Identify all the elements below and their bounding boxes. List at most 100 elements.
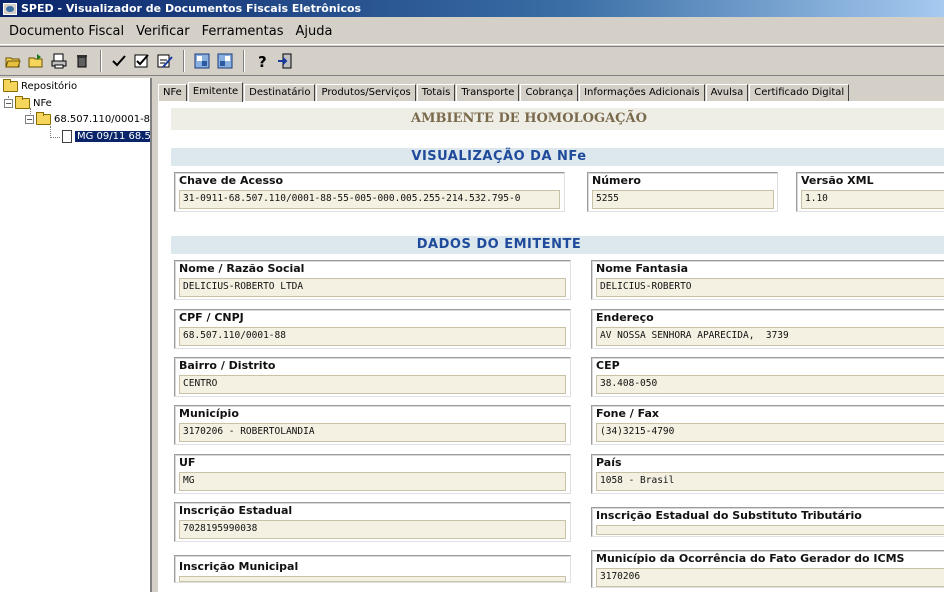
tree-label: Repositório xyxy=(21,81,78,92)
config-icon[interactable] xyxy=(214,50,236,72)
field-chave-acesso: Chave de Acesso 31-0911-68.507.110/0001-… xyxy=(174,172,565,212)
folder-icon xyxy=(3,79,18,92)
field-label: Inscrição Municipal xyxy=(179,560,299,573)
print-preview-icon[interactable] xyxy=(48,50,70,72)
tree-label: NFe xyxy=(33,98,52,109)
field-label: Município da Ocorrência do Fato Gerador … xyxy=(596,552,905,565)
field-value[interactable]: DELICIUS-ROBERTO LTDA xyxy=(179,278,566,297)
tree-label: 68.507.110/0001-8 xyxy=(54,114,151,125)
tab-produtos-servicos[interactable]: Produtos/Serviços xyxy=(316,84,416,102)
document-icon xyxy=(62,130,72,143)
menu-ferramentas[interactable]: Ferramentas xyxy=(196,22,290,41)
tab-avulsa[interactable]: Avulsa xyxy=(705,84,749,102)
toolbar-separator xyxy=(100,50,102,72)
app-icon xyxy=(3,2,17,15)
field-label: Versão XML xyxy=(801,174,874,187)
field-value[interactable]: 5255 xyxy=(592,190,774,209)
tab-nfe[interactable]: NFe xyxy=(158,84,187,102)
field-fone-fax: Fone / Fax (34)3215-4790 xyxy=(591,405,944,445)
field-value[interactable]: 3170206 - ROBERTOLANDIA xyxy=(179,423,566,442)
menu-bar: Documento Fiscal Verificar Ferramentas A… xyxy=(0,18,944,45)
field-cep: CEP 38.408-050 xyxy=(591,357,944,397)
tab-totais[interactable]: Totais xyxy=(416,84,456,102)
field-label: Bairro / Distrito xyxy=(179,359,276,372)
tab-destinatario[interactable]: Destinatário xyxy=(244,84,316,102)
field-inscricao-estadual: Inscrição Estadual 7028195990038 xyxy=(174,502,571,542)
tree-item-document[interactable]: MG 09/11 68.5 xyxy=(62,130,151,143)
field-label: Município xyxy=(179,407,239,420)
field-label: País xyxy=(596,456,622,469)
field-label: Inscrição Estadual do Substituto Tributá… xyxy=(596,509,862,522)
tree-item-repositorio[interactable]: Repositório xyxy=(3,79,78,92)
field-nome-razao-social: Nome / Razão Social DELICIUS-ROBERTO LTD… xyxy=(174,260,571,300)
field-numero: Número 5255 xyxy=(587,172,778,212)
field-label: UF xyxy=(179,456,196,469)
repository-tree[interactable]: Repositório − NFe − 68.507.110/0001-8 MG… xyxy=(0,78,152,592)
field-municipio: Município 3170206 - ROBERTOLANDIA xyxy=(174,405,571,445)
tree-label: MG 09/11 68.5 xyxy=(75,131,151,142)
field-bairro-distrito: Bairro / Distrito CENTRO xyxy=(174,357,571,397)
title-bar: SPED - Visualizador de Documentos Fiscai… xyxy=(0,0,944,17)
folder-icon xyxy=(36,112,51,125)
field-versao-xml: Versão XML 1.10 xyxy=(796,172,944,212)
folder-icon xyxy=(15,96,30,109)
toolbar: ? xyxy=(0,46,944,76)
collapse-icon[interactable]: − xyxy=(4,99,13,108)
field-municipio-fato-gerador: Município da Ocorrência do Fato Gerador … xyxy=(591,550,944,588)
svg-text:?: ? xyxy=(258,53,267,69)
field-value[interactable]: (34)3215-4790 xyxy=(596,423,944,442)
menu-documento-fiscal[interactable]: Documento Fiscal xyxy=(3,22,130,41)
ambiente-banner: AMBIENTE DE HOMOLOGAÇÃO xyxy=(171,108,944,130)
field-nome-fantasia: Nome Fantasia DELICIUS-ROBERTO xyxy=(591,260,944,300)
exit-icon[interactable] xyxy=(274,50,296,72)
field-value[interactable]: 3170206 xyxy=(596,568,944,587)
tab-certificado-digital[interactable]: Certificado Digital xyxy=(749,84,850,102)
field-label: Chave de Acesso xyxy=(179,174,284,187)
checkmark-icon[interactable] xyxy=(108,50,130,72)
menu-verificar[interactable]: Verificar xyxy=(130,22,196,41)
field-value[interactable]: 38.408-050 xyxy=(596,375,944,394)
tab-emitente[interactable]: Emitente xyxy=(187,82,244,102)
field-value[interactable]: 31-0911-68.507.110/0001-88-55-005-000.00… xyxy=(179,190,560,209)
trash-icon[interactable] xyxy=(71,50,93,72)
sign-document-icon[interactable] xyxy=(154,50,176,72)
field-label: Nome Fantasia xyxy=(596,262,689,275)
menu-ajuda[interactable]: Ajuda xyxy=(290,22,339,41)
field-uf: UF MG xyxy=(174,454,571,494)
field-endereco: Endereço AV NOSSA SENHORA APARECIDA, 373… xyxy=(591,309,944,349)
field-value[interactable]: 1.10 xyxy=(801,190,944,209)
tab-cobranca[interactable]: Cobrança xyxy=(520,84,579,102)
config-icon[interactable] xyxy=(191,50,213,72)
help-icon[interactable]: ? xyxy=(251,50,273,72)
field-value[interactable]: 68.507.110/0001-88 xyxy=(179,327,566,346)
field-value[interactable]: AV NOSSA SENHORA APARECIDA, 3739 xyxy=(596,327,944,346)
open-folder-icon[interactable] xyxy=(2,50,24,72)
field-value[interactable]: 1058 - Brasil xyxy=(596,472,944,491)
tree-item-cnpj[interactable]: − 68.507.110/0001-8 xyxy=(25,112,151,125)
field-label: Número xyxy=(592,174,641,187)
collapse-icon[interactable]: − xyxy=(25,115,34,124)
field-value[interactable]: MG xyxy=(179,472,566,491)
toolbar-separator xyxy=(243,50,245,72)
field-value[interactable] xyxy=(596,525,944,535)
field-pais: País 1058 - Brasil xyxy=(591,454,944,494)
emitente-panel[interactable]: AMBIENTE DE HOMOLOGAÇÃO VISUALIZAÇÃO DA … xyxy=(158,101,944,592)
field-value[interactable] xyxy=(179,576,566,582)
field-value[interactable]: CENTRO xyxy=(179,375,566,394)
field-label: CEP xyxy=(596,359,620,372)
field-value[interactable]: DELICIUS-ROBERTO xyxy=(596,278,944,297)
field-cpf-cnpj: CPF / CNPJ 68.507.110/0001-88 xyxy=(174,309,571,349)
tab-informacoes-adicionais[interactable]: Informações Adicionais xyxy=(579,84,705,102)
field-label: Endereço xyxy=(596,311,654,324)
toolbar-separator xyxy=(183,50,185,72)
tree-item-nfe[interactable]: − NFe xyxy=(4,96,52,109)
field-label: Inscrição Estadual xyxy=(179,504,293,517)
check-box-icon[interactable] xyxy=(131,50,153,72)
open-folder-icon[interactable] xyxy=(25,50,47,72)
field-label: Fone / Fax xyxy=(596,407,659,420)
field-inscricao-estadual-st: Inscrição Estadual do Substituto Tributá… xyxy=(591,507,944,537)
section-emitente: DADOS DO EMITENTE xyxy=(171,236,944,254)
tab-transporte[interactable]: Transporte xyxy=(456,84,520,102)
field-value[interactable]: 7028195990038 xyxy=(179,520,566,539)
field-label: Nome / Razão Social xyxy=(179,262,305,275)
